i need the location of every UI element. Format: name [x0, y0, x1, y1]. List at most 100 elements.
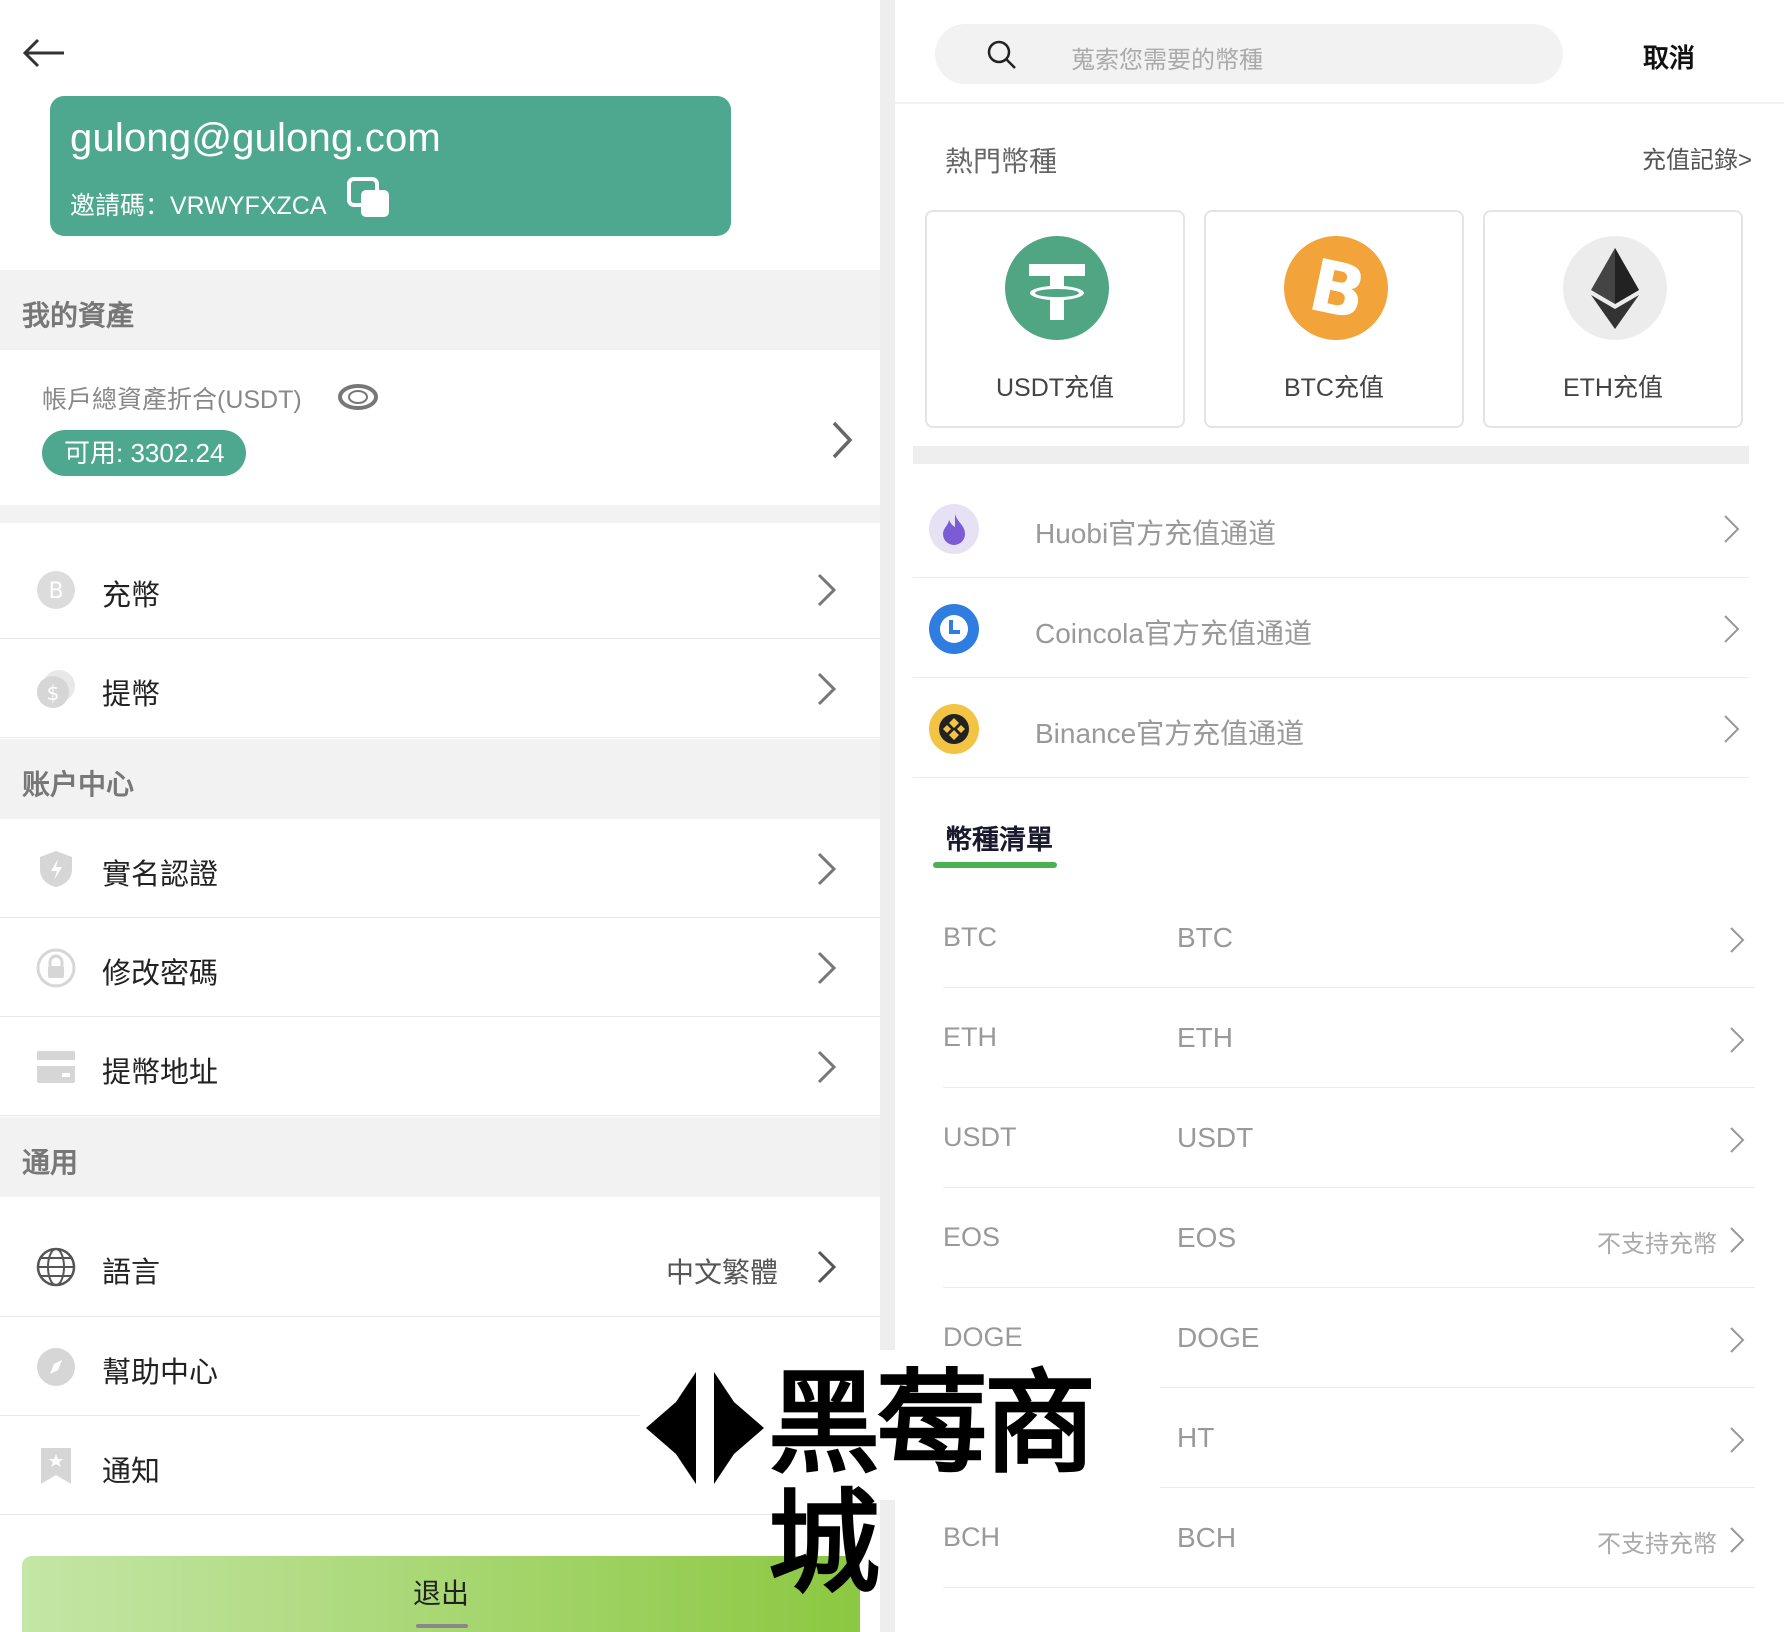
- divider: [913, 446, 1749, 464]
- menu-item-verification[interactable]: 實名認證: [0, 819, 880, 918]
- menu-item-label: 修改密碼: [102, 958, 219, 990]
- shield-icon: [40, 851, 72, 887]
- menu-item-label: 充幣: [102, 580, 161, 612]
- cancel-button[interactable]: 取消: [1643, 38, 1695, 75]
- chevron-right-icon: [1724, 715, 1740, 743]
- divider: [0, 505, 880, 523]
- globe-icon: [36, 1247, 76, 1287]
- chevron-right-icon: [817, 951, 837, 985]
- channel-huobi[interactable]: Huobi官方充值通道: [913, 478, 1749, 578]
- tab-coin-list[interactable]: 幣種清單: [945, 818, 1053, 857]
- search-icon: [987, 40, 1016, 69]
- menu-item-label: 實名認證: [102, 859, 219, 891]
- chevron-right-icon: [1730, 1527, 1745, 1553]
- ethereum-icon: [1563, 236, 1667, 340]
- menu-item-label: 提幣: [102, 679, 161, 711]
- channel-coincola[interactable]: Coincola官方充值通道: [913, 578, 1749, 678]
- channel-label: Huobi官方充值通道: [1035, 518, 1277, 549]
- chevron-right-icon: [1730, 1127, 1745, 1153]
- coin-name: DOGE: [1177, 1322, 1260, 1353]
- section-title: 我的資產: [22, 300, 135, 331]
- section-title: 通用: [22, 1147, 79, 1178]
- chevron-right-icon: [817, 852, 837, 886]
- tab-underline: [933, 862, 1057, 868]
- menu-item-label: 提幣地址: [102, 1057, 219, 1089]
- coin-symbol: DOGE: [943, 1322, 1023, 1352]
- deposit-coin-icon: B: [37, 571, 75, 609]
- coincola-icon: [929, 604, 979, 654]
- search-input[interactable]: 蒐索您需要的幣種: [935, 24, 1563, 84]
- channel-label: Binance官方充值通道: [1035, 718, 1305, 749]
- watermark-logo-icon: [646, 1372, 764, 1484]
- chevron-right-icon: [1730, 927, 1745, 953]
- chevron-right-icon[interactable]: [830, 420, 854, 460]
- coin-list-item[interactable]: ETH ETH: [943, 988, 1755, 1088]
- account-email: gulong@gulong.com: [70, 116, 441, 160]
- coin-card-label: ETH充值: [1562, 374, 1663, 402]
- coin-card-label: USDT充值: [995, 374, 1115, 402]
- coin-list-item[interactable]: BTC BTC: [943, 888, 1755, 988]
- back-arrow-icon[interactable]: [22, 36, 66, 70]
- channel-binance[interactable]: Binance官方充值通道: [913, 678, 1749, 778]
- bookmark-star-icon: [41, 1448, 71, 1484]
- menu-item-withdraw[interactable]: $ 提幣: [0, 639, 880, 738]
- coin-card-btc[interactable]: B BTC充值: [1204, 210, 1464, 428]
- coin-list-item[interactable]: USDT USDT: [943, 1088, 1755, 1188]
- language-value: 中文繁體: [665, 1257, 778, 1288]
- bitcoin-icon: B: [1284, 236, 1388, 340]
- card-icon: [37, 1051, 75, 1083]
- eye-icon[interactable]: [338, 382, 378, 412]
- menu-item-change-password[interactable]: 修改密碼: [0, 918, 880, 1017]
- coin-card-label: BTC充值: [1283, 374, 1384, 402]
- coin-name: HT: [1177, 1422, 1215, 1453]
- tether-icon: [1005, 236, 1109, 340]
- coin-note: 不支持充幣: [1597, 1531, 1717, 1558]
- available-balance-badge: 可用: 3302.24: [42, 430, 247, 476]
- coin-symbol: ETH: [943, 1022, 997, 1052]
- coin-card-eth[interactable]: ETH充值: [1483, 210, 1743, 428]
- menu-item-label: 通知: [102, 1456, 161, 1488]
- huobi-icon: [929, 504, 979, 554]
- logout-button[interactable]: 退出: [22, 1556, 860, 1632]
- coin-symbol: EOS: [943, 1222, 1001, 1252]
- general-section-header: 通用: [0, 1117, 880, 1197]
- search-placeholder: 蒐索您需要的幣種: [1071, 47, 1263, 74]
- coin-name: ETH: [1177, 1022, 1233, 1053]
- account-center-section-header: 账户中心: [0, 739, 880, 819]
- menu-item-label: 語言: [102, 1257, 161, 1289]
- binance-icon: [929, 704, 979, 754]
- coin-symbol: BTC: [943, 922, 997, 952]
- coin-list-item[interactable]: EOS EOS 不支持充幣: [943, 1188, 1755, 1288]
- account-card: gulong@gulong.com 邀請碼：VRWYFXZCA: [50, 96, 731, 236]
- deposit-records-link[interactable]: 充值記錄>: [1642, 140, 1752, 175]
- total-assets-label: 帳戶總資產折合(USDT): [42, 386, 302, 414]
- withdraw-coin-icon: $: [37, 670, 75, 708]
- divider: [895, 102, 1784, 104]
- svg-text:B: B: [48, 579, 63, 604]
- coin-card-usdt[interactable]: USDT充值: [925, 210, 1185, 428]
- chevron-right-icon: [1730, 1227, 1745, 1253]
- chevron-right-icon: [1724, 615, 1740, 643]
- coin-symbol: USDT: [943, 1122, 1017, 1152]
- menu-item-label: 幫助中心: [102, 1357, 219, 1389]
- lock-icon: [36, 948, 76, 988]
- chevron-right-icon: [1724, 515, 1740, 543]
- menu-item-withdraw-address[interactable]: 提幣地址: [0, 1017, 880, 1116]
- coin-name: EOS: [1177, 1222, 1237, 1253]
- assets-section-header: 我的資產: [0, 270, 880, 350]
- watermark-text: 黑莓商城: [768, 1359, 1096, 1609]
- coin-name: USDT: [1177, 1122, 1254, 1153]
- chevron-right-icon: [817, 1250, 837, 1284]
- chevron-right-icon: [817, 1050, 837, 1084]
- compass-icon: [37, 1348, 75, 1386]
- hot-coins-title: 熱門幣種: [945, 146, 1058, 177]
- menu-item-language[interactable]: 語言 中文繁體: [0, 1217, 880, 1317]
- menu-item-deposit[interactable]: B 充幣: [0, 540, 880, 639]
- svg-text:$: $: [47, 681, 60, 705]
- coin-name: BTC: [1177, 922, 1233, 953]
- channel-label: Coincola官方充值通道: [1035, 618, 1312, 649]
- coin-name: BCH: [1177, 1522, 1237, 1553]
- chevron-right-icon: [1730, 1327, 1745, 1353]
- copy-icon[interactable]: [346, 176, 392, 220]
- coin-note: 不支持充幣: [1597, 1231, 1717, 1258]
